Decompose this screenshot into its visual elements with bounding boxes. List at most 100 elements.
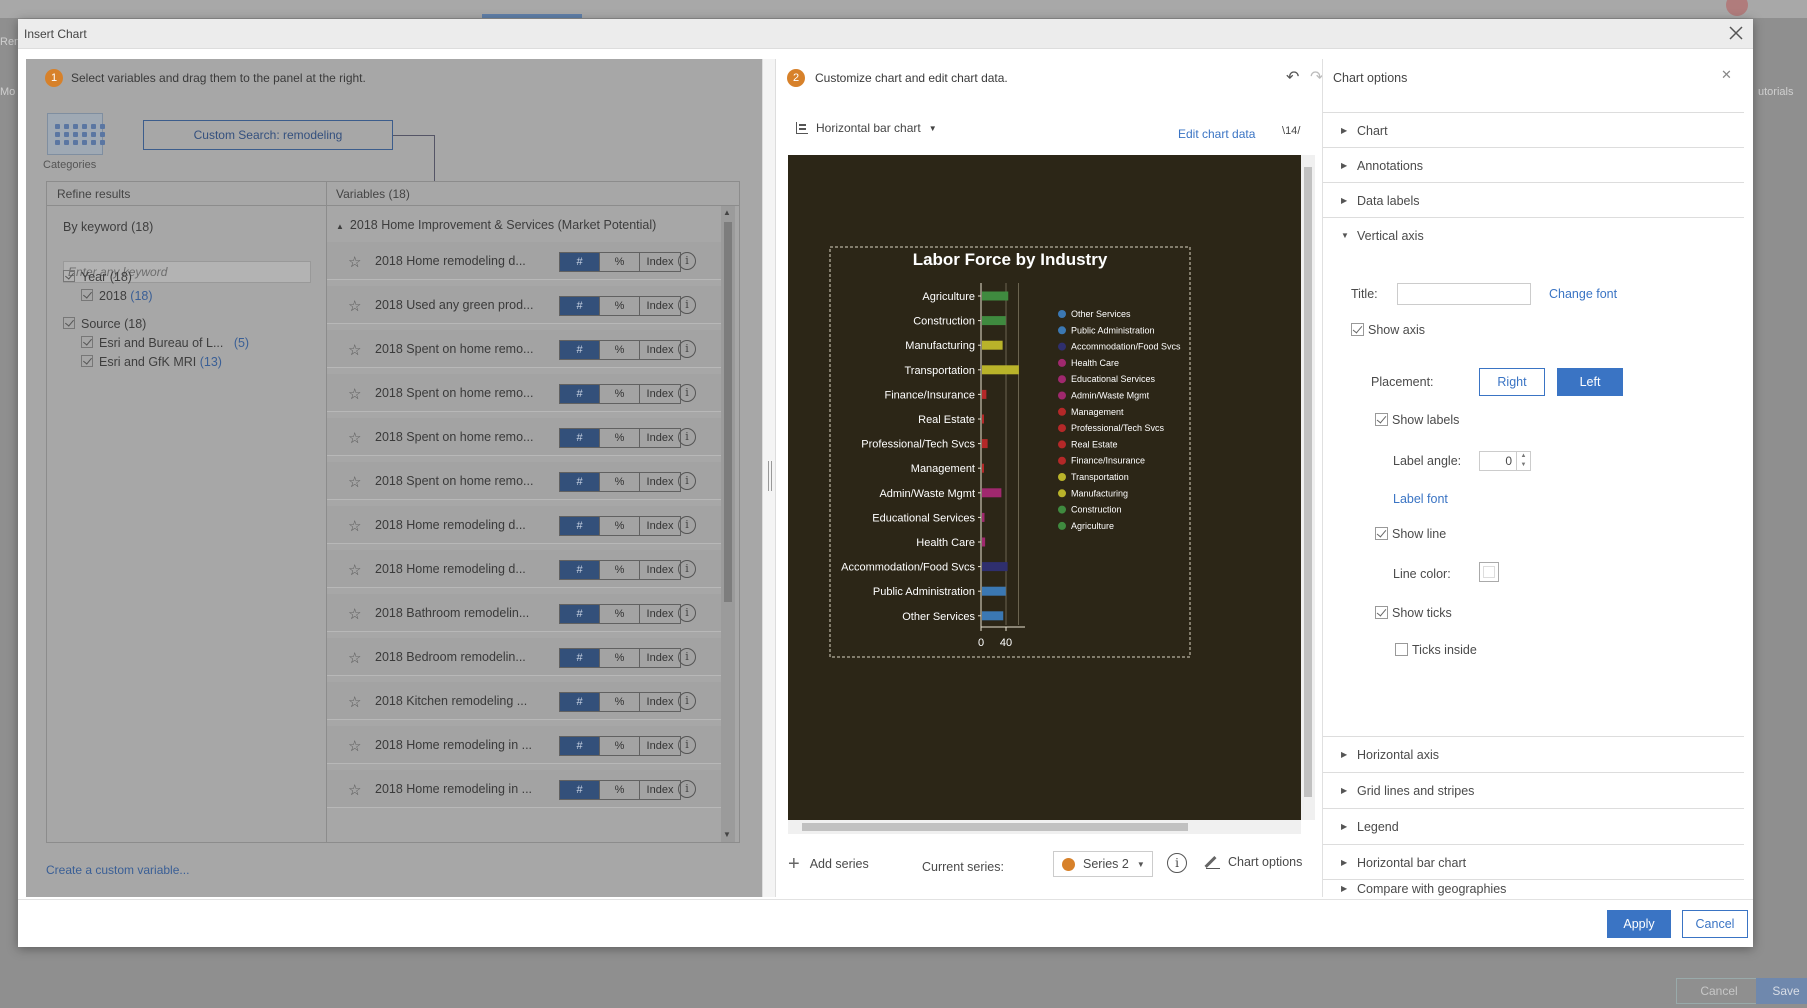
show-line-checkbox[interactable]: Show line	[1375, 527, 1446, 541]
apply-button[interactable]: Apply	[1607, 910, 1671, 938]
variable-row[interactable]: ☆ 2018 Home remodeling in ... #% Index i	[327, 726, 721, 764]
percent-option[interactable]: %	[600, 297, 640, 315]
year-filter[interactable]: Year (18)	[63, 270, 132, 284]
checkbox-icon[interactable]	[63, 317, 75, 329]
ticks-inside-checkbox[interactable]: Ticks inside	[1395, 643, 1477, 657]
count-option[interactable]: #	[560, 385, 600, 403]
percent-option[interactable]: %	[600, 473, 640, 491]
count-option[interactable]: #	[560, 429, 600, 447]
checkbox-icon[interactable]	[1395, 643, 1408, 656]
measure-toggle[interactable]: #% Index	[559, 604, 681, 624]
chart-type-dropdown[interactable]: Horizontal bar chart ▼	[796, 121, 937, 135]
chart-vertical-scrollbar[interactable]	[1301, 155, 1315, 820]
chart-horizontal-scrollbar[interactable]	[788, 820, 1301, 834]
percent-option[interactable]: %	[600, 341, 640, 359]
variable-row[interactable]: ☆ 2018 Bathroom remodelin... #% Index i	[327, 594, 721, 632]
variable-row[interactable]: ☆ 2018 Spent on home remo... #% Index i	[327, 330, 721, 368]
axis-title-input[interactable]	[1397, 283, 1531, 305]
index-option[interactable]: Index	[640, 693, 680, 711]
percent-option[interactable]: %	[600, 385, 640, 403]
info-icon[interactable]: i	[678, 516, 696, 534]
checkbox-icon[interactable]	[1375, 606, 1388, 619]
info-icon[interactable]: i	[678, 296, 696, 314]
info-icon[interactable]: i	[678, 384, 696, 402]
placement-left-button[interactable]: Left	[1557, 368, 1623, 396]
count-option[interactable]: #	[560, 605, 600, 623]
measure-toggle[interactable]: #% Index	[559, 516, 681, 536]
index-option[interactable]: Index	[640, 737, 680, 755]
checkbox-icon[interactable]	[1375, 413, 1388, 426]
star-icon[interactable]: ☆	[348, 737, 361, 755]
count-option[interactable]: #	[560, 561, 600, 579]
percent-option[interactable]: %	[600, 605, 640, 623]
star-icon[interactable]: ☆	[348, 517, 361, 535]
index-option[interactable]: Index	[640, 341, 680, 359]
section-horizontal-bar-chart[interactable]: ▶ Horizontal bar chart	[1323, 844, 1744, 880]
checkbox-icon[interactable]	[81, 355, 93, 367]
info-icon[interactable]: i	[1167, 853, 1187, 873]
info-icon[interactable]: i	[678, 604, 696, 622]
show-labels-checkbox[interactable]: Show labels	[1375, 413, 1459, 427]
star-icon[interactable]: ☆	[348, 561, 361, 579]
count-option[interactable]: #	[560, 649, 600, 667]
variable-row[interactable]: ☆ 2018 Home remodeling d... #% Index i	[327, 550, 721, 588]
edit-chart-data-link[interactable]: Edit chart data	[1178, 127, 1255, 141]
measure-toggle[interactable]: #% Index	[559, 340, 681, 360]
scrollbar-thumb[interactable]	[724, 222, 732, 602]
variable-group[interactable]: ▲ 2018 Home Improvement & Services (Marke…	[336, 218, 656, 232]
variable-row[interactable]: ☆ 2018 Home remodeling in ... #% Index i	[327, 770, 721, 808]
chart-preview[interactable]: Labor Force by Industry Agriculture Constr…	[788, 155, 1301, 820]
measure-toggle[interactable]: #% Index	[559, 296, 681, 316]
measure-toggle[interactable]: #% Index	[559, 648, 681, 668]
count-option[interactable]: #	[560, 473, 600, 491]
label-font-link[interactable]: Label font	[1393, 492, 1448, 506]
count-option[interactable]: #	[560, 341, 600, 359]
index-option[interactable]: Index	[640, 253, 680, 271]
section-data-labels[interactable]: ▶ Data labels	[1323, 182, 1744, 218]
info-icon[interactable]: i	[678, 648, 696, 666]
index-option[interactable]: Index	[640, 781, 680, 799]
checkbox-icon[interactable]	[1375, 527, 1388, 540]
measure-toggle[interactable]: #% Index	[559, 428, 681, 448]
series-select[interactable]: Series 2 ▼	[1053, 851, 1153, 877]
source-item-1[interactable]: Esri and Bureau of L... (5)	[81, 336, 249, 350]
index-option[interactable]: Index	[640, 297, 680, 315]
scroll-down-icon[interactable]: ▼	[723, 830, 731, 839]
index-option[interactable]: Index	[640, 649, 680, 667]
info-icon[interactable]: i	[678, 428, 696, 446]
count-option[interactable]: #	[560, 737, 600, 755]
info-icon[interactable]: i	[678, 340, 696, 358]
measure-toggle[interactable]: #% Index	[559, 472, 681, 492]
custom-search-breadcrumb[interactable]: Custom Search: remodeling	[143, 120, 393, 150]
close-icon[interactable]: ✕	[1721, 67, 1732, 83]
star-icon[interactable]: ☆	[348, 473, 361, 491]
info-icon[interactable]: i	[678, 252, 696, 270]
scrollbar-thumb[interactable]	[1304, 167, 1312, 797]
count-option[interactable]: #	[560, 517, 600, 535]
panel-splitter[interactable]	[762, 59, 776, 897]
index-option[interactable]: Index	[640, 429, 680, 447]
checkbox-icon[interactable]	[81, 289, 93, 301]
scroll-up-icon[interactable]: ▲	[723, 208, 731, 217]
variable-row[interactable]: ☆ 2018 Home remodeling d... #% Index i	[327, 506, 721, 544]
variable-row[interactable]: ☆ 2018 Home remodeling d... #% Index i	[327, 242, 721, 280]
info-icon[interactable]: i	[678, 472, 696, 490]
show-axis-checkbox[interactable]: Show axis	[1351, 323, 1425, 337]
count-option[interactable]: #	[560, 693, 600, 711]
measure-toggle[interactable]: #% Index	[559, 560, 681, 580]
stepper-arrows-icon[interactable]: ▲ ▼	[1516, 452, 1530, 470]
create-custom-variable-link[interactable]: Create a custom variable...	[46, 863, 189, 877]
star-icon[interactable]: ☆	[348, 429, 361, 447]
edit-data-icon[interactable]: \14/	[1282, 125, 1300, 137]
variable-row[interactable]: ☆ 2018 Bedroom remodelin... #% Index i	[327, 638, 721, 676]
show-ticks-checkbox[interactable]: Show ticks	[1375, 606, 1452, 620]
star-icon[interactable]: ☆	[348, 341, 361, 359]
measure-toggle[interactable]: #% Index	[559, 252, 681, 272]
add-series-button[interactable]: + Add series	[788, 854, 869, 874]
percent-option[interactable]: %	[600, 737, 640, 755]
measure-toggle[interactable]: #% Index	[559, 736, 681, 756]
percent-option[interactable]: %	[600, 649, 640, 667]
star-icon[interactable]: ☆	[348, 781, 361, 799]
section-legend[interactable]: ▶ Legend	[1323, 808, 1744, 844]
percent-option[interactable]: %	[600, 517, 640, 535]
